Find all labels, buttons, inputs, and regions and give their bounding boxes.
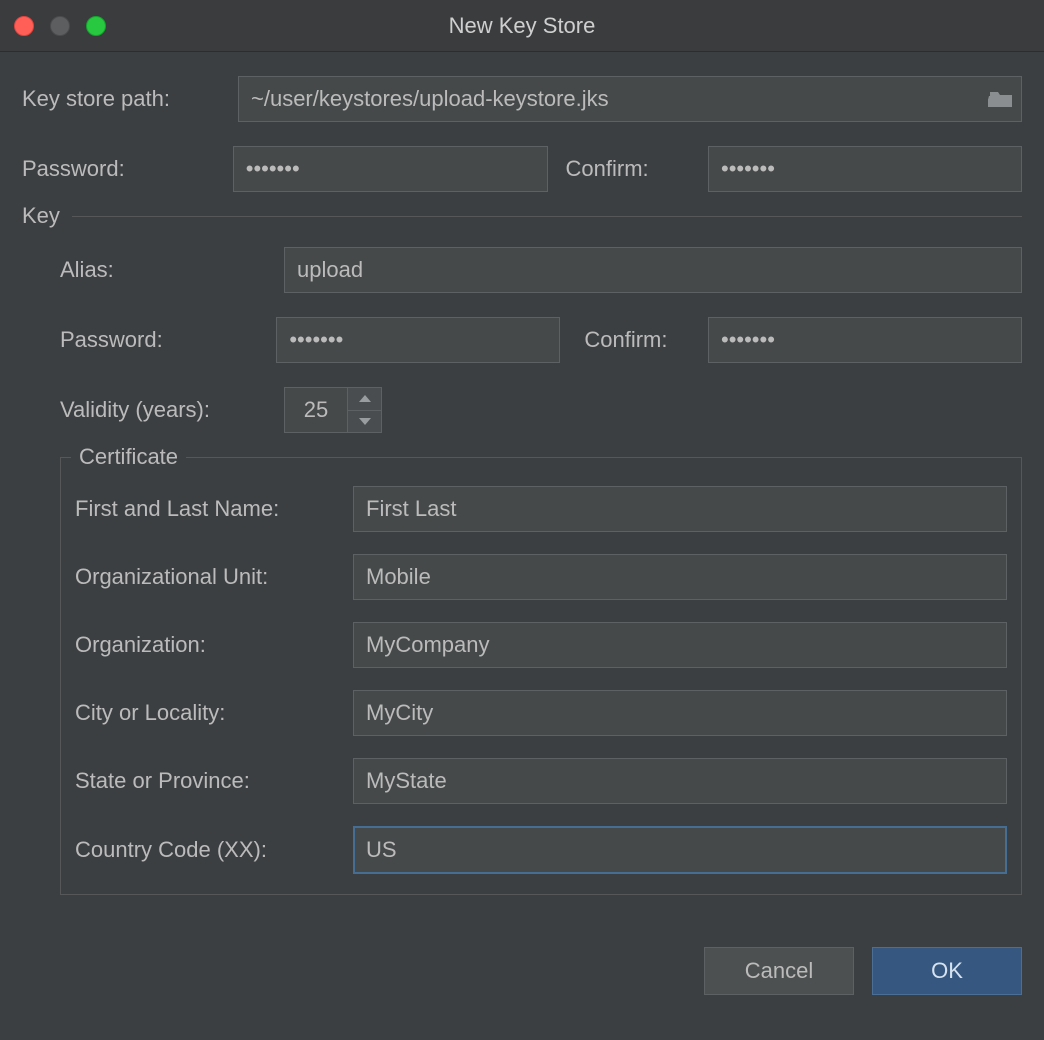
validity-increment-button[interactable] [348, 388, 381, 411]
window-controls [14, 16, 106, 36]
country-input[interactable] [353, 826, 1007, 874]
chevron-down-icon [359, 418, 371, 425]
validity-value[interactable]: 25 [284, 387, 348, 433]
keystore-path-field[interactable] [238, 76, 1022, 122]
city-input[interactable] [353, 690, 1007, 736]
first-last-input[interactable] [353, 486, 1007, 532]
minimize-window-button [50, 16, 70, 36]
maximize-window-button[interactable] [86, 16, 106, 36]
folder-icon [988, 89, 1014, 109]
city-label: City or Locality: [75, 700, 353, 726]
keystore-path-input[interactable] [239, 86, 981, 112]
cancel-button[interactable]: Cancel [704, 947, 854, 995]
validity-spinner[interactable]: 25 [284, 387, 382, 433]
alias-label: Alias: [60, 257, 284, 283]
keystore-confirm-label: Confirm: [566, 156, 708, 182]
window-title: New Key Store [0, 13, 1044, 39]
key-password-label: Password: [60, 327, 276, 353]
organization-label: Organization: [75, 632, 353, 658]
key-section-label: Key [22, 203, 72, 229]
first-last-label: First and Last Name: [75, 496, 353, 522]
validity-decrement-button[interactable] [348, 411, 381, 433]
key-password-input[interactable] [276, 317, 560, 363]
key-confirm-input[interactable] [708, 317, 1022, 363]
org-unit-input[interactable] [353, 554, 1007, 600]
state-input[interactable] [353, 758, 1007, 804]
keystore-password-input[interactable] [233, 146, 548, 192]
validity-label: Validity (years): [60, 397, 284, 423]
certificate-section: Certificate First and Last Name: Organiz… [60, 457, 1022, 895]
chevron-up-icon [359, 395, 371, 402]
titlebar: New Key Store [0, 0, 1044, 52]
browse-keystore-button[interactable] [981, 77, 1021, 121]
country-label: Country Code (XX): [75, 837, 353, 863]
keystore-confirm-input[interactable] [708, 146, 1022, 192]
org-unit-label: Organizational Unit: [75, 564, 353, 590]
ok-button[interactable]: OK [872, 947, 1022, 995]
close-window-button[interactable] [14, 16, 34, 36]
organization-input[interactable] [353, 622, 1007, 668]
alias-input[interactable] [284, 247, 1022, 293]
keystore-path-label: Key store path: [22, 86, 238, 112]
certificate-section-label: Certificate [71, 444, 186, 470]
keystore-password-label: Password: [22, 156, 233, 182]
state-label: State or Province: [75, 768, 353, 794]
key-section: Key Alias: Password: Confirm: Validity (… [22, 216, 1022, 895]
key-confirm-label: Confirm: [584, 327, 708, 353]
